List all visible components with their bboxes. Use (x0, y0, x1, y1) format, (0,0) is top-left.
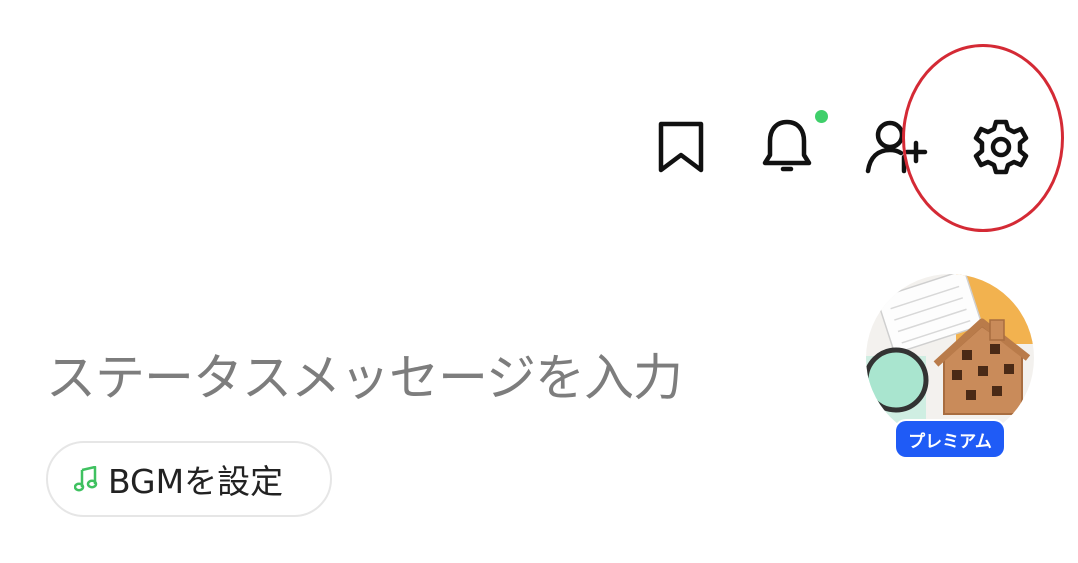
bookmark-button[interactable] (646, 112, 716, 182)
music-note-icon (74, 466, 100, 492)
bell-icon (762, 119, 812, 172)
profile-avatar[interactable] (866, 274, 1034, 442)
settings-button[interactable] (966, 112, 1036, 182)
settings-icon (973, 119, 1029, 175)
avatar-image (866, 274, 1034, 442)
premium-badge: プレミアム (896, 421, 1004, 457)
set-bgm-button[interactable]: BGMを設定 (46, 441, 332, 517)
notification-dot (815, 110, 828, 123)
status-message-input[interactable]: ステータスメッセージを入力 (46, 348, 683, 408)
bookmark-icon (658, 121, 704, 173)
notifications-button[interactable] (752, 112, 822, 182)
add-friend-button[interactable] (862, 112, 932, 182)
add-friend-icon (865, 120, 928, 174)
set-bgm-label: BGMを設定 (108, 462, 284, 501)
